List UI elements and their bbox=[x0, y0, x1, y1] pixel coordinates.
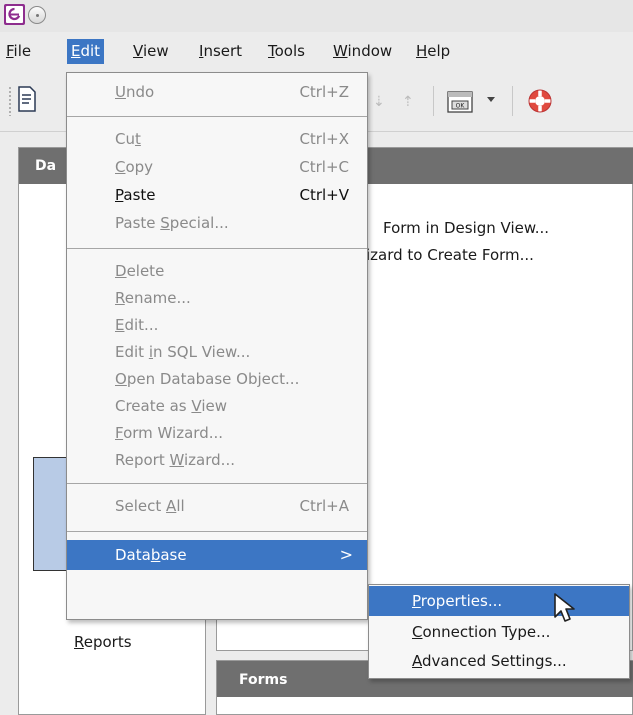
shortcut-label: Ctrl+C bbox=[299, 158, 349, 176]
menu-insert[interactable]: Insert bbox=[195, 39, 246, 64]
forms-panel-title: Forms bbox=[239, 672, 288, 688]
menu-separator bbox=[67, 248, 367, 249]
menu-bar: File Edit View Insert Tools Window Help bbox=[0, 32, 633, 72]
menu-item-delete[interactable]: Delete bbox=[67, 257, 367, 285]
menu-item-paste[interactable]: Paste Ctrl+V bbox=[67, 181, 367, 209]
menu-separator bbox=[67, 531, 367, 532]
form-icon[interactable]: OK bbox=[447, 90, 473, 114]
hand-cursor-icon bbox=[554, 593, 575, 622]
window-menu-button[interactable] bbox=[28, 6, 46, 24]
menu-item-database[interactable]: Database > bbox=[67, 540, 367, 570]
menu-item-rename[interactable]: Rename... bbox=[67, 284, 367, 312]
title-bar bbox=[0, 0, 633, 32]
submenu-item-connection-type[interactable]: Connection Type... bbox=[369, 617, 629, 647]
menu-file[interactable]: File bbox=[2, 39, 35, 64]
toolbar-separator bbox=[433, 86, 434, 116]
new-document-icon[interactable] bbox=[16, 86, 38, 112]
svg-text:OK: OK bbox=[456, 103, 466, 110]
toolbar-separator bbox=[512, 86, 513, 116]
menu-item-undo[interactable]: Undo Ctrl+Z bbox=[67, 78, 367, 106]
menu-tools[interactable]: Tools bbox=[264, 39, 309, 64]
menu-item-edit-in-sql-view[interactable]: Edit in SQL View... bbox=[67, 338, 367, 366]
sort-descending-icon[interactable]: ⇣ bbox=[373, 94, 395, 114]
submenu-item-properties[interactable]: Properties... bbox=[369, 586, 629, 616]
task-form-wizard[interactable]: izard to Create Form... bbox=[366, 246, 534, 264]
menu-item-create-as-view[interactable]: Create as View bbox=[67, 392, 367, 420]
menu-item-paste-special[interactable]: Paste Special... bbox=[67, 209, 367, 237]
shortcut-label: Ctrl+X bbox=[299, 130, 349, 148]
menu-item-open-database-object[interactable]: Open Database Object... bbox=[67, 365, 367, 393]
menu-view[interactable]: View bbox=[129, 39, 173, 64]
menu-separator bbox=[67, 116, 367, 117]
shortcut-label: Ctrl+V bbox=[299, 186, 349, 204]
reports-item-label[interactable]: Reports bbox=[74, 633, 132, 651]
libreoffice-base-logo-icon bbox=[4, 4, 25, 25]
toolbar-grip-icon[interactable] bbox=[8, 86, 12, 116]
database-panel-title: Da bbox=[35, 158, 57, 174]
database-submenu: Properties... Connection Type... Advance… bbox=[368, 584, 630, 679]
submenu-item-advanced-settings[interactable]: Advanced Settings... bbox=[369, 646, 629, 676]
menu-item-select-all[interactable]: Select All Ctrl+A bbox=[67, 492, 367, 520]
menu-help[interactable]: Help bbox=[412, 39, 454, 64]
menu-item-copy[interactable]: Copy Ctrl+C bbox=[67, 153, 367, 181]
menu-window[interactable]: Window bbox=[329, 39, 396, 64]
menu-separator bbox=[67, 483, 367, 484]
shortcut-label: Ctrl+A bbox=[299, 497, 349, 515]
menu-item-form-wizard[interactable]: Form Wizard... bbox=[67, 419, 367, 447]
dropdown-arrow-icon[interactable] bbox=[486, 96, 496, 104]
sort-ascending-icon[interactable]: ⇡ bbox=[402, 94, 424, 114]
submenu-arrow-icon: > bbox=[339, 545, 353, 564]
menu-item-cut[interactable]: Cut Ctrl+X bbox=[67, 125, 367, 153]
task-create-form-design-view[interactable]: Form in Design View... bbox=[383, 219, 549, 237]
shortcut-label: Ctrl+Z bbox=[299, 83, 349, 101]
menu-item-report-wizard[interactable]: Report Wizard... bbox=[67, 446, 367, 474]
lifebuoy-help-icon[interactable] bbox=[527, 88, 553, 114]
menu-edit[interactable]: Edit bbox=[67, 39, 105, 64]
edit-menu-dropdown: Undo Ctrl+Z Cut Ctrl+X Copy Ctrl+C Paste… bbox=[66, 72, 368, 620]
menu-item-edit[interactable]: Edit... bbox=[67, 311, 367, 339]
